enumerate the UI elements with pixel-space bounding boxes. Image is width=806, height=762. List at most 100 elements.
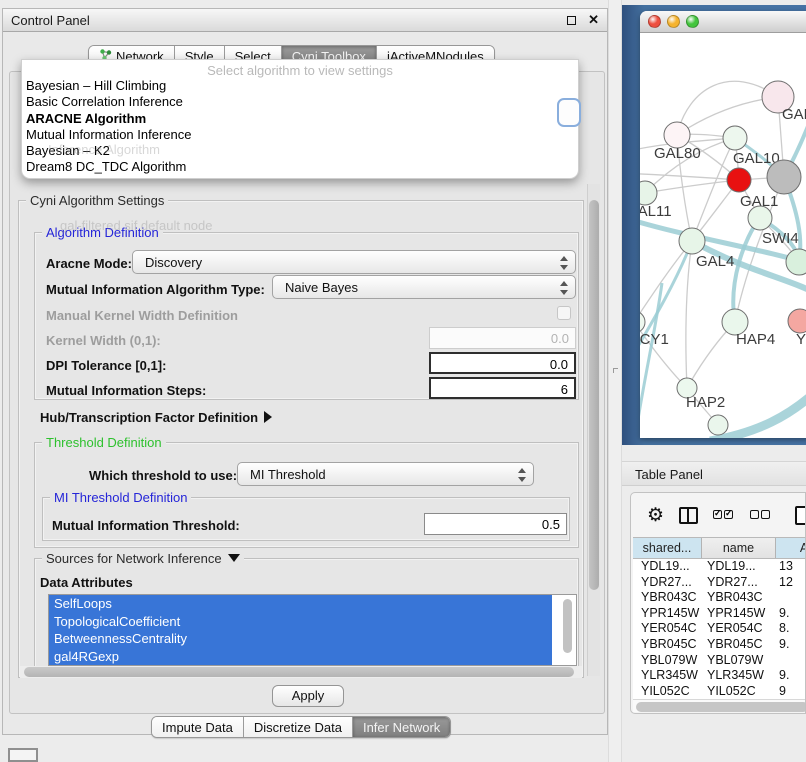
mi-type-label: Mutual Information Algorithm Type: bbox=[46, 282, 265, 297]
network-edge[interactable] bbox=[686, 241, 692, 388]
gear-icon[interactable]: ⚙ bbox=[647, 506, 664, 525]
mi-type-select[interactable]: Naive Bayes bbox=[272, 275, 576, 299]
algorithm-list: Bayesian – Hill ClimbingBasic Correlatio… bbox=[22, 78, 578, 176]
table-cell: YBR045C bbox=[702, 637, 776, 653]
attribute-item[interactable]: BetweennessCentrality bbox=[49, 630, 552, 648]
algorithm-option[interactable]: Bayesian – Hill Climbing bbox=[22, 78, 578, 94]
table-hscroll-thumb[interactable] bbox=[636, 702, 806, 712]
table-row[interactable]: YPR145WYPR145W9. bbox=[633, 606, 806, 622]
table-row[interactable]: YBR045CYBR045C9. bbox=[633, 637, 806, 653]
close-icon[interactable]: ✕ bbox=[588, 12, 599, 28]
network-edge[interactable] bbox=[677, 81, 778, 135]
mi-steps-field[interactable]: 6 bbox=[429, 377, 576, 399]
data-attributes-label: Data Attributes bbox=[40, 575, 133, 590]
apply-button[interactable]: Apply bbox=[272, 685, 344, 707]
panel-splitter[interactable] bbox=[608, 0, 622, 762]
network-node[interactable] bbox=[786, 249, 806, 275]
network-node-gcy1[interactable] bbox=[640, 311, 645, 333]
column-header-1[interactable]: shared... bbox=[633, 538, 702, 558]
hub-section-toggle[interactable]: Hub/Transcription Factor Definition bbox=[40, 410, 272, 425]
splitter-grip bbox=[613, 368, 618, 373]
which-threshold-label: Which threshold to use: bbox=[89, 468, 237, 483]
attribute-item[interactable]: gal4RGexp bbox=[49, 648, 552, 666]
dpi-tolerance-field[interactable]: 0.0 bbox=[429, 352, 576, 374]
node-label: GCY1 bbox=[640, 331, 669, 348]
stepper-arrows-icon bbox=[517, 467, 525, 483]
network-edge-highlighted[interactable] bbox=[640, 283, 662, 438]
attributes-scrollbar-thumb[interactable] bbox=[563, 599, 572, 653]
network-node[interactable] bbox=[708, 415, 728, 435]
table-row[interactable]: YBL079WYBL079W bbox=[633, 653, 806, 669]
network-node-y[interactable] bbox=[788, 309, 806, 333]
network-edge[interactable] bbox=[640, 241, 692, 322]
cyni-tab-impute-data[interactable]: Impute Data bbox=[152, 717, 244, 737]
mi-threshold-field[interactable]: 0.5 bbox=[424, 513, 567, 535]
table-row[interactable]: YBR043CYBR043C bbox=[633, 590, 806, 606]
cyni-tab-discretize-data[interactable]: Discretize Data bbox=[244, 717, 353, 737]
table-cell: YDR27... bbox=[702, 575, 776, 591]
column-header-3[interactable]: A bbox=[776, 538, 806, 558]
table-panel-title: Table Panel bbox=[635, 467, 703, 482]
collapse-down-icon bbox=[228, 554, 240, 562]
attribute-item[interactable]: TopologicalCoefficient bbox=[49, 613, 552, 631]
table-cell: YBR045C bbox=[633, 637, 702, 653]
table-cell: 12 bbox=[776, 575, 806, 591]
node-label: HAP2 bbox=[686, 394, 725, 411]
sources-toggle[interactable]: Sources for Network Inference bbox=[42, 551, 244, 566]
table-cell: YDR27... bbox=[633, 575, 702, 591]
settings-horizontal-scrollbar bbox=[20, 666, 582, 678]
network-node-swi4[interactable] bbox=[748, 206, 772, 230]
export-table-icon[interactable] bbox=[795, 506, 806, 525]
network-window-titlebar bbox=[640, 11, 806, 33]
select-all-icon[interactable] bbox=[713, 506, 735, 524]
algorithm-option[interactable]: Dream8 DC_TDC Algorithm bbox=[22, 159, 578, 175]
algorithm-option[interactable]: ARACNE Algorithm bbox=[22, 111, 578, 127]
algorithm-option[interactable]: Basic Correlation Inference bbox=[22, 94, 578, 110]
table-cell: YIL052C bbox=[702, 684, 776, 700]
network-node-gal10[interactable] bbox=[723, 126, 747, 150]
kernel-width-field[interactable]: 0.0 bbox=[429, 327, 576, 349]
minimize-traffic-light[interactable] bbox=[667, 15, 680, 28]
unselect-all-icon[interactable] bbox=[750, 506, 772, 524]
network-graph: GALGAL80GAL10GAL1GAL11SWI4GAL4GCY1HAP4YH… bbox=[640, 33, 806, 438]
network-edge[interactable] bbox=[645, 180, 739, 193]
cyni-tab-infer-network[interactable]: Infer Network bbox=[353, 717, 450, 737]
attributes-scrollbar bbox=[563, 597, 573, 663]
close-traffic-light[interactable] bbox=[648, 15, 661, 28]
tab-label: Infer Network bbox=[363, 720, 440, 735]
algorithm-dropdown: Select algorithm to view settings Bayesi… bbox=[21, 59, 579, 179]
network-node-gal1[interactable] bbox=[727, 168, 751, 192]
network-node[interactable] bbox=[767, 160, 801, 194]
settings-vscroll-thumb[interactable] bbox=[589, 200, 599, 590]
table-row[interactable]: YDL19...YDL19...13 bbox=[633, 559, 806, 575]
which-threshold-select[interactable]: MI Threshold bbox=[237, 462, 534, 486]
node-label: GAL11 bbox=[640, 203, 672, 220]
attribute-item[interactable]: SelfLoops bbox=[49, 595, 552, 613]
table-header-row: shared...nameA bbox=[633, 537, 806, 559]
zoom-traffic-light[interactable] bbox=[686, 15, 699, 28]
network-canvas[interactable]: GALGAL80GAL10GAL1GAL11SWI4GAL4GCY1HAP4YH… bbox=[640, 33, 806, 438]
columns-icon[interactable] bbox=[679, 507, 698, 524]
network-edge[interactable] bbox=[640, 173, 739, 180]
settings-hscroll-thumb[interactable] bbox=[24, 667, 574, 677]
network-node-gal4[interactable] bbox=[679, 228, 705, 254]
manual-kernel-checkbox[interactable] bbox=[557, 306, 571, 320]
algorithm-option[interactable]: Mutual Information Inference bbox=[22, 127, 578, 143]
float-window-icon[interactable] bbox=[567, 16, 576, 25]
kernel-width-label: Kernel Width (0,1): bbox=[46, 333, 161, 348]
network-view-frame: GALGAL80GAL10GAL1GAL11SWI4GAL4GCY1HAP4YH… bbox=[622, 5, 806, 445]
hub-section-label: Hub/Transcription Factor Definition bbox=[40, 410, 258, 425]
aracne-mode-select[interactable]: Discovery bbox=[132, 250, 576, 274]
table-cell: YPR145W bbox=[633, 606, 702, 622]
table-row[interactable]: YER054CYER054C8. bbox=[633, 621, 806, 637]
table-row[interactable]: YLR345WYLR345W9. bbox=[633, 668, 806, 684]
tab-label: Discretize Data bbox=[254, 720, 342, 735]
table-cell: YIL052C bbox=[633, 684, 702, 700]
which-threshold-value: MI Threshold bbox=[250, 467, 326, 482]
table-row[interactable]: YIL052CYIL052C9 bbox=[633, 684, 806, 700]
table-row[interactable]: YDR27...YDR27...12 bbox=[633, 575, 806, 591]
table-toolbar: ⚙ bbox=[631, 493, 805, 537]
mi-threshold-label: Mutual Information Threshold: bbox=[52, 518, 240, 533]
collapsed-panel-icon[interactable] bbox=[8, 748, 38, 762]
column-header-2[interactable]: name bbox=[702, 538, 776, 558]
